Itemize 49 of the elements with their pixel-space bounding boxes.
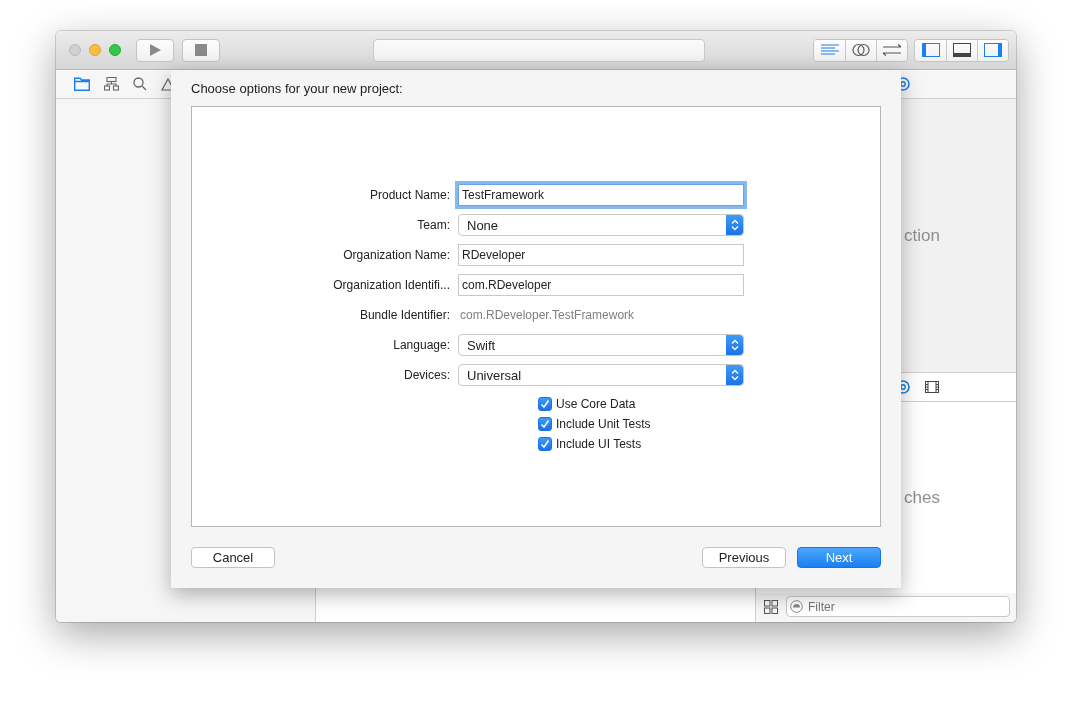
up-down-icon — [730, 339, 739, 351]
film-icon[interactable] — [925, 381, 939, 393]
filter-field[interactable]: Filter — [786, 596, 1010, 617]
zoom-button[interactable] — [109, 44, 121, 56]
field-label: Product Name: — [368, 187, 450, 204]
arrows-icon — [882, 44, 902, 56]
text-field[interactable]: com.RDeveloper — [458, 274, 744, 296]
checkbox[interactable] — [538, 397, 552, 411]
play-icon — [148, 43, 162, 57]
stop-icon — [195, 44, 207, 56]
grid-icon[interactable] — [764, 599, 778, 614]
lines-icon — [820, 44, 839, 56]
folder-icon[interactable] — [74, 77, 90, 91]
field-label: Language: — [392, 337, 450, 354]
dialog-button[interactable]: Cancel — [191, 547, 275, 568]
search-icon[interactable] — [133, 77, 147, 91]
left-panel-icon — [921, 43, 940, 57]
field-label: Organization Identifi... — [332, 277, 450, 294]
right-panel-icon — [984, 43, 1002, 57]
run-button[interactable] — [136, 38, 174, 62]
checkbox-label: Include UI Tests — [556, 437, 642, 451]
text-field[interactable]: RDeveloper — [458, 244, 744, 266]
field-label: Bundle Identifier: — [358, 307, 450, 324]
up-down-icon — [730, 219, 739, 231]
dialog-button[interactable]: Previous — [702, 547, 786, 568]
assistant-editor-button[interactable] — [845, 39, 876, 61]
field-label: Organization Name: — [342, 247, 450, 264]
inspector-toggle-button[interactable] — [977, 39, 1008, 61]
checkbox[interactable] — [538, 437, 552, 451]
navigator-toggle-button[interactable] — [915, 39, 946, 61]
debug-toggle-button[interactable] — [946, 39, 977, 61]
field-label: Team: — [416, 217, 450, 234]
popup-button[interactable]: None — [458, 214, 744, 236]
placeholder-text: ches — [904, 487, 940, 508]
text-field[interactable]: TestFramework — [458, 184, 744, 206]
stop-button[interactable] — [182, 38, 220, 62]
checkbox-label: Use Core Data — [556, 397, 636, 411]
hierarchy-icon[interactable] — [104, 77, 119, 91]
field-label: Devices: — [403, 367, 450, 384]
overlapping-circles-icon — [852, 43, 870, 57]
popup-button[interactable]: Swift — [458, 334, 744, 356]
filter-icon — [790, 600, 803, 613]
checkbox-label: Include Unit Tests — [556, 417, 651, 431]
bottom-panel-icon — [953, 43, 971, 57]
popup-button[interactable]: Universal — [458, 364, 744, 386]
checkbox[interactable] — [538, 417, 552, 431]
dialog-title: Choose options for your new project: — [191, 80, 404, 98]
up-down-icon — [730, 369, 739, 381]
placeholder-text: ction — [904, 225, 940, 246]
